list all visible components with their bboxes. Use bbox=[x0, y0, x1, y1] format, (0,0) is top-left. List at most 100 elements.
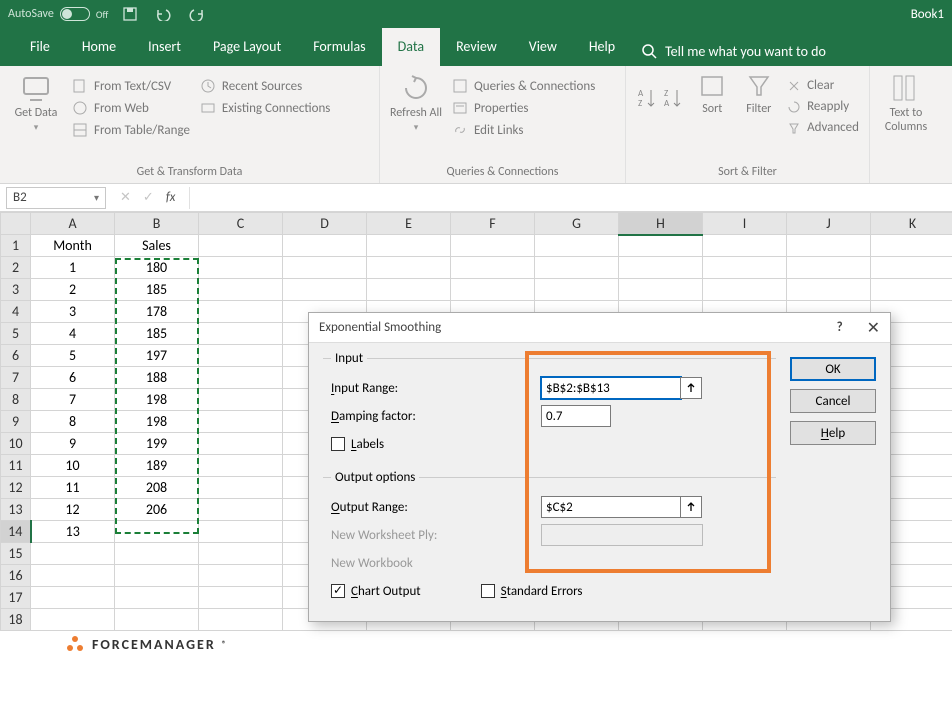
tell-me-search[interactable]: Tell me what you want to do bbox=[641, 28, 826, 66]
row-header[interactable]: 7 bbox=[1, 367, 31, 389]
output-range-field[interactable] bbox=[541, 496, 681, 518]
col-header[interactable]: K bbox=[871, 213, 952, 235]
sort-desc-icon[interactable]: ZA bbox=[662, 86, 684, 116]
cell[interactable]: 11 bbox=[31, 477, 115, 499]
col-header[interactable]: G bbox=[535, 213, 619, 235]
cell[interactable]: 13 bbox=[31, 521, 115, 543]
sort-asc-icon[interactable]: AZ bbox=[636, 86, 658, 116]
col-header[interactable]: E bbox=[367, 213, 451, 235]
row-header[interactable]: 6 bbox=[1, 345, 31, 367]
standard-errors-checkbox[interactable]: Standard Errors bbox=[481, 584, 583, 599]
get-data-button[interactable]: Get Data ▾ bbox=[10, 72, 62, 133]
fx-icon[interactable]: fx bbox=[166, 190, 176, 205]
range-picker-icon[interactable] bbox=[680, 377, 702, 399]
row-header[interactable]: 15 bbox=[1, 543, 31, 565]
row-header[interactable]: 9 bbox=[1, 411, 31, 433]
tab-home[interactable]: Home bbox=[66, 28, 132, 66]
from-web-button[interactable]: From Web bbox=[72, 100, 190, 116]
tab-view[interactable]: View bbox=[513, 28, 573, 66]
row-header[interactable]: 4 bbox=[1, 301, 31, 323]
cell[interactable] bbox=[115, 521, 199, 543]
ok-button[interactable]: OK bbox=[790, 357, 876, 381]
edit-links-button[interactable]: Edit Links bbox=[452, 122, 595, 138]
cell[interactable] bbox=[199, 235, 283, 257]
tab-help[interactable]: Help bbox=[573, 28, 631, 66]
cell[interactable]: 208 bbox=[115, 477, 199, 499]
cell[interactable]: 5 bbox=[31, 345, 115, 367]
refresh-all-button[interactable]: Refresh All ▾ bbox=[390, 72, 442, 133]
cell[interactable]: 199 bbox=[115, 433, 199, 455]
row-header[interactable]: 3 bbox=[1, 279, 31, 301]
cell[interactable]: 12 bbox=[31, 499, 115, 521]
col-header[interactable]: I bbox=[703, 213, 787, 235]
cell[interactable]: 198 bbox=[115, 411, 199, 433]
col-header[interactable]: D bbox=[283, 213, 367, 235]
select-all-cell[interactable] bbox=[1, 213, 31, 235]
existing-connections-button[interactable]: Existing Connections bbox=[200, 100, 330, 116]
labels-checkbox[interactable]: Labels bbox=[331, 437, 384, 452]
autosave-toggle[interactable]: AutoSave Off bbox=[8, 7, 108, 21]
text-to-columns-button[interactable]: Text to Columns bbox=[880, 72, 932, 134]
cell[interactable]: 7 bbox=[31, 389, 115, 411]
row-header[interactable]: 11 bbox=[1, 455, 31, 477]
cell[interactable]: 197 bbox=[115, 345, 199, 367]
formula-input[interactable] bbox=[189, 187, 952, 209]
cell[interactable]: 8 bbox=[31, 411, 115, 433]
close-icon[interactable]: ✕ bbox=[867, 318, 880, 338]
filter-button[interactable]: Filter bbox=[741, 72, 778, 116]
cell[interactable]: 185 bbox=[115, 279, 199, 301]
cell[interactable]: 188 bbox=[115, 367, 199, 389]
sort-button[interactable]: Sort bbox=[694, 72, 731, 116]
col-header[interactable]: J bbox=[787, 213, 871, 235]
cell[interactable]: Sales bbox=[115, 235, 199, 257]
reapply-button[interactable]: Reapply bbox=[787, 99, 859, 114]
recent-sources-button[interactable]: Recent Sources bbox=[200, 78, 330, 94]
cell[interactable]: 189 bbox=[115, 455, 199, 477]
dialog-help-icon[interactable]: ? bbox=[837, 320, 843, 335]
from-table-button[interactable]: From Table/Range bbox=[72, 122, 190, 138]
row-header[interactable]: 16 bbox=[1, 565, 31, 587]
row-header[interactable]: 13 bbox=[1, 499, 31, 521]
tab-review[interactable]: Review bbox=[440, 28, 513, 66]
tab-formulas[interactable]: Formulas bbox=[297, 28, 381, 66]
col-header[interactable]: H bbox=[619, 213, 703, 235]
chevron-down-icon[interactable]: ▾ bbox=[94, 191, 99, 204]
tab-page-layout[interactable]: Page Layout bbox=[197, 28, 297, 66]
properties-button[interactable]: Properties bbox=[452, 100, 595, 116]
undo-icon[interactable] bbox=[154, 7, 172, 21]
row-header[interactable]: 8 bbox=[1, 389, 31, 411]
row-header[interactable]: 18 bbox=[1, 609, 31, 631]
row-header[interactable]: 5 bbox=[1, 323, 31, 345]
cell[interactable]: Month bbox=[31, 235, 115, 257]
redo-icon[interactable] bbox=[188, 7, 206, 21]
cell[interactable]: 1 bbox=[31, 257, 115, 279]
row-header[interactable]: 10 bbox=[1, 433, 31, 455]
cell[interactable]: 6 bbox=[31, 367, 115, 389]
col-header[interactable]: F bbox=[451, 213, 535, 235]
row-header[interactable]: 12 bbox=[1, 477, 31, 499]
cell[interactable]: 4 bbox=[31, 323, 115, 345]
col-header[interactable]: B bbox=[115, 213, 199, 235]
name-box[interactable]: B2 ▾ bbox=[6, 187, 106, 209]
tab-file[interactable]: File bbox=[14, 28, 66, 66]
col-header[interactable]: A bbox=[31, 213, 115, 235]
save-icon[interactable] bbox=[122, 6, 138, 22]
advanced-button[interactable]: Advanced bbox=[787, 120, 859, 135]
cell[interactable]: 185 bbox=[115, 323, 199, 345]
cell[interactable]: 180 bbox=[115, 257, 199, 279]
cell[interactable]: 9 bbox=[31, 433, 115, 455]
row-header[interactable]: 14 bbox=[1, 521, 31, 543]
enter-icon[interactable]: ✓ bbox=[143, 190, 154, 205]
queries-connections-button[interactable]: Queries & Connections bbox=[452, 78, 595, 94]
col-header[interactable]: C bbox=[199, 213, 283, 235]
cancel-button[interactable]: Cancel bbox=[790, 389, 876, 413]
row-header[interactable]: 17 bbox=[1, 587, 31, 609]
cell[interactable]: 206 bbox=[115, 499, 199, 521]
help-button[interactable]: Help bbox=[790, 421, 876, 445]
chart-output-checkbox[interactable]: ✓Chart Output bbox=[331, 584, 421, 599]
row-header[interactable]: 1 bbox=[1, 235, 31, 257]
cell[interactable]: 10 bbox=[31, 455, 115, 477]
clear-button[interactable]: Clear bbox=[787, 78, 859, 93]
damping-field[interactable] bbox=[541, 405, 611, 427]
from-textcsv-button[interactable]: From Text/CSV bbox=[72, 78, 190, 94]
